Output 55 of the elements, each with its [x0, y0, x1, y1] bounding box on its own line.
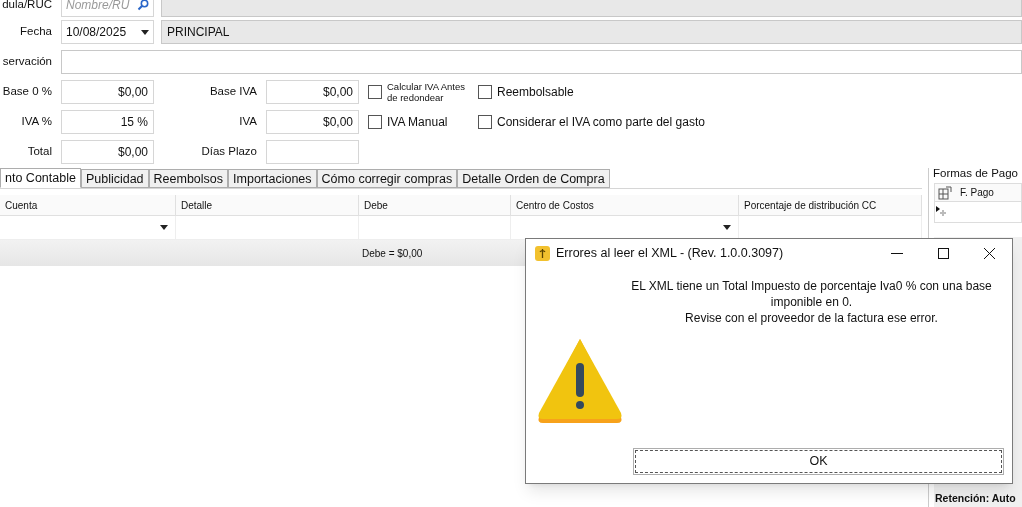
footer-total: Debe = $0,00	[362, 246, 423, 261]
field-label: Total	[27, 144, 52, 160]
add-row-icon	[936, 206, 948, 219]
checkbox[interactable]	[368, 85, 382, 99]
tab[interactable]: Detalle Orden de Compra	[457, 169, 610, 188]
amount-field[interactable]: $0,00	[266, 110, 359, 134]
checkbox-label: Reembolsable	[497, 84, 574, 101]
maximize-icon	[937, 247, 949, 259]
field-label: servación	[2, 54, 52, 70]
amount-field[interactable]: 15 %	[61, 110, 154, 134]
checkbox-label: IVA Manual	[387, 114, 448, 131]
field-label: Base IVA	[209, 84, 257, 100]
field-label: Días Plazo	[201, 144, 257, 160]
column-header[interactable]: Detalle	[176, 195, 359, 215]
minimize-icon	[891, 252, 903, 254]
field-label: IVA %	[21, 114, 52, 130]
column-header[interactable]: Centro de Costos	[511, 195, 739, 215]
tab[interactable]: Publicidad	[80, 169, 149, 188]
field-label: dula/RUC	[2, 0, 52, 12]
tab[interactable]: Importaciones	[228, 169, 317, 188]
ok-button[interactable]: OK	[633, 448, 1004, 475]
dropdown-arrow-icon[interactable]	[160, 225, 168, 230]
field-label: Fecha	[20, 24, 52, 40]
checkbox[interactable]	[478, 115, 492, 129]
column-header[interactable]: Debe	[359, 195, 511, 215]
column-header[interactable]: Cuenta	[0, 195, 176, 215]
checkbox[interactable]	[368, 115, 382, 129]
warning-icon	[536, 337, 623, 425]
field-label: Base 0 %	[2, 84, 52, 100]
retention-label: Retención: Auto	[935, 491, 1016, 507]
tab[interactable]: nto Contable	[0, 168, 81, 188]
amount-field[interactable]: $0,00	[266, 80, 359, 104]
column-header[interactable]: Porcentaje de distribución CC	[739, 195, 922, 215]
field-label: IVA	[239, 114, 257, 130]
amount-field[interactable]: $0,00	[61, 80, 154, 104]
branch-field[interactable]: PRINCIPAL	[161, 20, 1022, 44]
column-chooser-icon	[938, 185, 952, 200]
checkbox-label: Calcular IVA Antes de redondear	[387, 81, 466, 103]
amount-field[interactable]	[266, 140, 359, 164]
search-icon	[137, 0, 149, 11]
name-field[interactable]	[161, 0, 1022, 17]
group-title: Formas de Pago	[933, 166, 1019, 181]
dropdown-arrow-icon[interactable]	[141, 29, 149, 35]
checkbox[interactable]	[478, 85, 492, 99]
checkbox-label: Considerar el IVA como parte del gasto	[497, 114, 705, 131]
observation-field[interactable]	[61, 50, 1022, 74]
error-message: EL XML tiene un Total Impuesto de porcentaje Iva0 % con una base imponible en 0. Revise con el proveedor de la factura ese error.	[630, 278, 993, 326]
dialog-title: Errores al leer el XML - (Rev. 1.0.0.3097)	[556, 244, 784, 262]
tab[interactable]: Cómo corregir compras	[316, 169, 458, 188]
amount-field[interactable]: $0,00	[61, 140, 154, 164]
tab[interactable]: Reembolsos	[148, 169, 229, 188]
close-icon	[983, 247, 995, 259]
dropdown-arrow-icon[interactable]	[723, 225, 731, 230]
date-picker[interactable]: 10/08/2025	[61, 20, 154, 44]
app-logo-icon	[535, 245, 550, 261]
